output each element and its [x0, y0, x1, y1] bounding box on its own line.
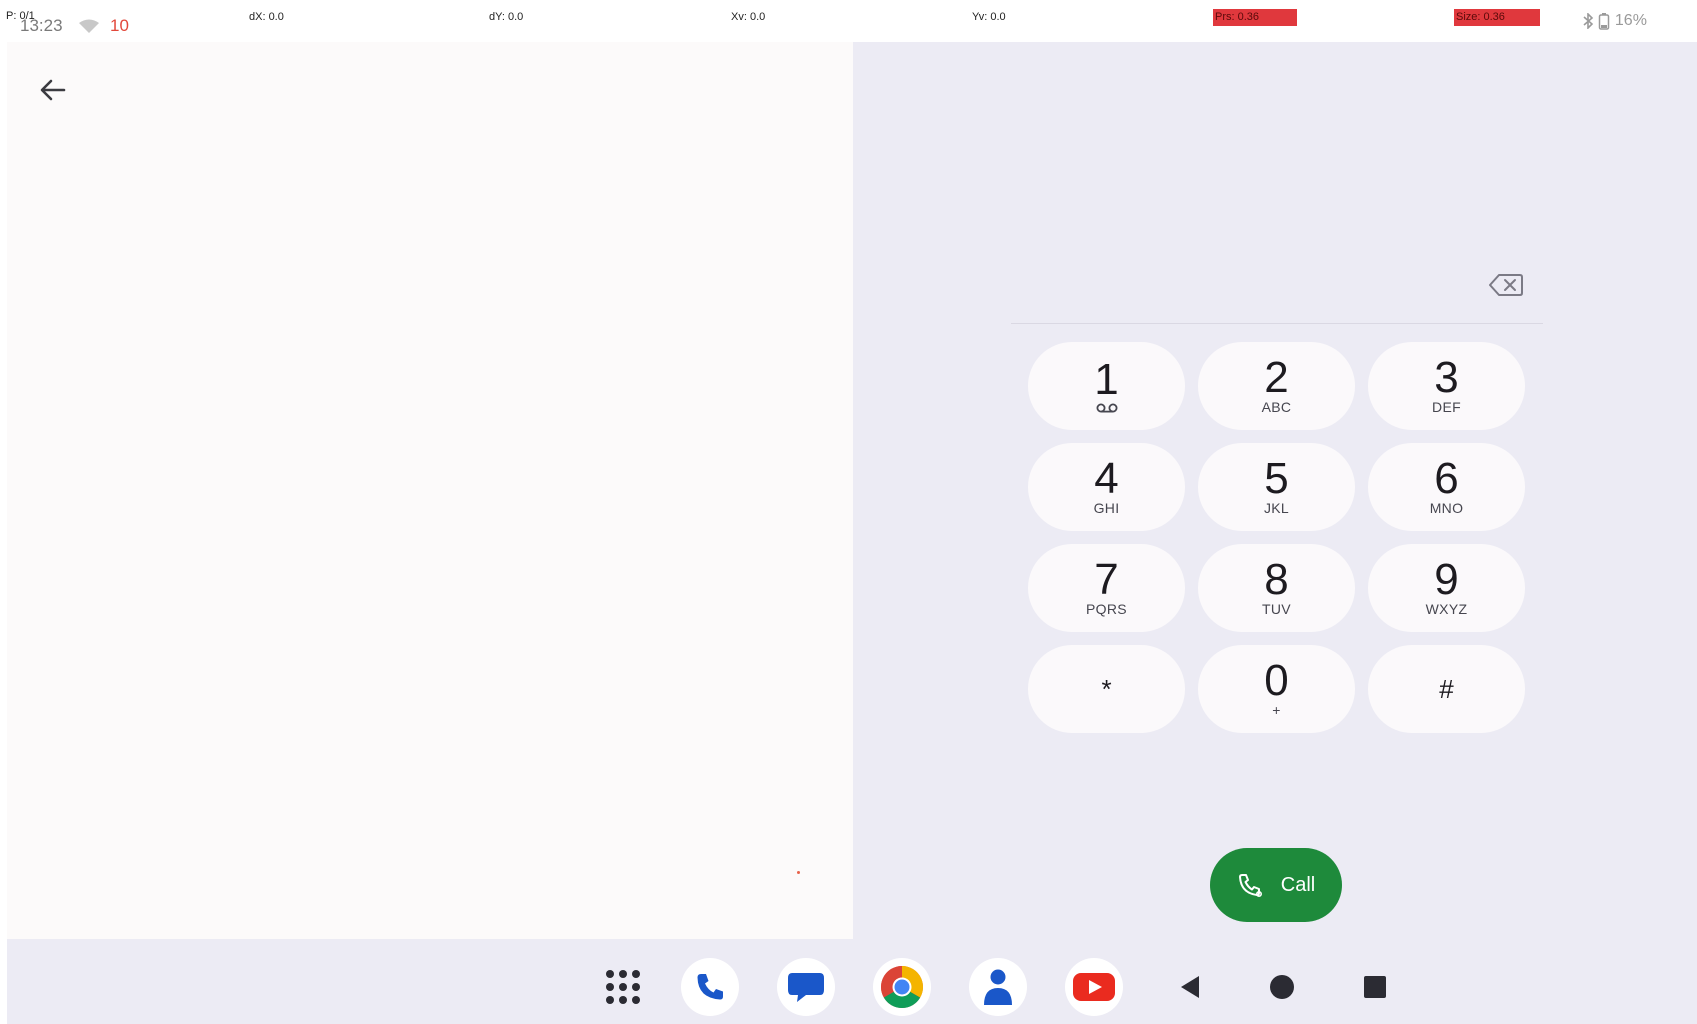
recents-nav-icon [1364, 976, 1386, 998]
taskbar [7, 939, 1697, 1024]
dialpad-key-8[interactable]: 8 TUV [1198, 544, 1355, 632]
key-digit: 3 [1434, 353, 1459, 402]
dialpad-key-hash[interactable]: # [1368, 645, 1525, 733]
key-symbol: * [1101, 674, 1112, 704]
voicemail-icon [1096, 403, 1117, 413]
key-digit: 7 [1094, 555, 1119, 604]
status-bar: P: 0/1 13:23 10 dX: 0.0 dY: 0.0 Xv: 0.0 … [0, 0, 1697, 42]
dialpad-key-5[interactable]: 5 JKL [1198, 443, 1355, 531]
backspace-button[interactable] [1483, 268, 1529, 302]
call-button[interactable]: Call [1210, 848, 1342, 922]
metric-size: Size: 0.36 [1454, 9, 1540, 26]
key-digit: 9 [1434, 555, 1459, 604]
key-letters: MNO [1429, 500, 1464, 516]
nav-recents-button[interactable] [1345, 957, 1405, 1017]
battery-icon [1599, 13, 1610, 30]
metric-dy: dY: 0.0 [489, 11, 524, 23]
call-label: Call [1280, 873, 1316, 896]
back-nav-icon [1181, 976, 1199, 998]
back-button[interactable] [29, 66, 77, 114]
dialpad-key-7[interactable]: 7 PQRS [1028, 544, 1185, 632]
key-letters: GHI [1093, 500, 1120, 516]
home-nav-icon [1270, 975, 1294, 999]
taskbar-chrome[interactable] [872, 957, 932, 1017]
dialpad-key-0[interactable]: 0 + [1198, 645, 1355, 733]
key-digit: 8 [1264, 555, 1289, 604]
key-letters: + [1272, 702, 1281, 718]
key-letters: WXYZ [1425, 601, 1468, 617]
dialpad-key-2[interactable]: 2 ABC [1198, 342, 1355, 430]
left-pane [7, 42, 853, 939]
battery-percentage: 16% [1614, 12, 1647, 30]
taskbar-phone[interactable] [680, 957, 740, 1017]
app-drawer-icon [606, 970, 640, 1004]
notification-count: 10 [110, 16, 129, 35]
key-letters: JKL [1263, 500, 1290, 516]
nav-back-button[interactable] [1160, 957, 1220, 1017]
messages-icon [788, 973, 824, 1002]
backspace-icon [1489, 274, 1523, 296]
dialpad: 1 2 ABC 3 DEF 4 GHI 5 JKL 6 MNO 7 PQRS 8… [1028, 342, 1525, 733]
touch-trace-dot [797, 871, 800, 874]
phone-icon [697, 974, 723, 1000]
youtube-icon [1073, 973, 1115, 1001]
key-symbol: # [1439, 674, 1454, 704]
key-letters: ABC [1261, 399, 1292, 415]
clock: 13:23 [20, 16, 63, 35]
wifi-icon [79, 19, 99, 33]
bluetooth-icon [1583, 13, 1594, 29]
status-right: 16% [1582, 12, 1647, 32]
key-letters: TUV [1262, 601, 1291, 617]
dialpad-key-star[interactable]: * [1028, 645, 1185, 733]
key-digit: 0 [1264, 656, 1289, 705]
metric-dx: dX: 0.0 [249, 11, 284, 23]
phone-call-icon [1238, 874, 1264, 897]
key-digit: 2 [1264, 353, 1289, 402]
key-letters: DEF [1432, 399, 1461, 415]
dialpad-key-4[interactable]: 4 GHI [1028, 443, 1185, 531]
dialer-pane: 1 2 ABC 3 DEF 4 GHI 5 JKL 6 MNO 7 PQRS 8… [853, 42, 1697, 939]
metric-pressure: Prs: 0.36 [1213, 9, 1297, 26]
dialpad-key-1[interactable]: 1 [1028, 342, 1185, 430]
contacts-icon [984, 969, 1012, 1005]
key-digit: 5 [1264, 454, 1289, 503]
metric-xv: Xv: 0.0 [731, 11, 766, 23]
nav-home-button[interactable] [1252, 957, 1312, 1017]
chrome-icon [880, 966, 924, 1009]
taskbar-youtube[interactable] [1064, 957, 1124, 1017]
app-drawer-button[interactable] [593, 957, 653, 1017]
key-letters: PQRS [1086, 601, 1127, 617]
dialpad-key-3[interactable]: 3 DEF [1368, 342, 1525, 430]
dialpad-key-6[interactable]: 6 MNO [1368, 443, 1525, 531]
key-digit: 1 [1094, 355, 1119, 404]
taskbar-messages[interactable] [776, 957, 836, 1017]
key-digit: 6 [1434, 454, 1459, 503]
dialpad-key-9[interactable]: 9 WXYZ [1368, 544, 1525, 632]
key-digit: 4 [1094, 454, 1119, 503]
taskbar-contacts[interactable] [968, 957, 1028, 1017]
arrow-back-icon [40, 79, 66, 101]
metric-yv: Yv: 0.0 [972, 11, 1006, 23]
digits-divider [1011, 323, 1543, 324]
